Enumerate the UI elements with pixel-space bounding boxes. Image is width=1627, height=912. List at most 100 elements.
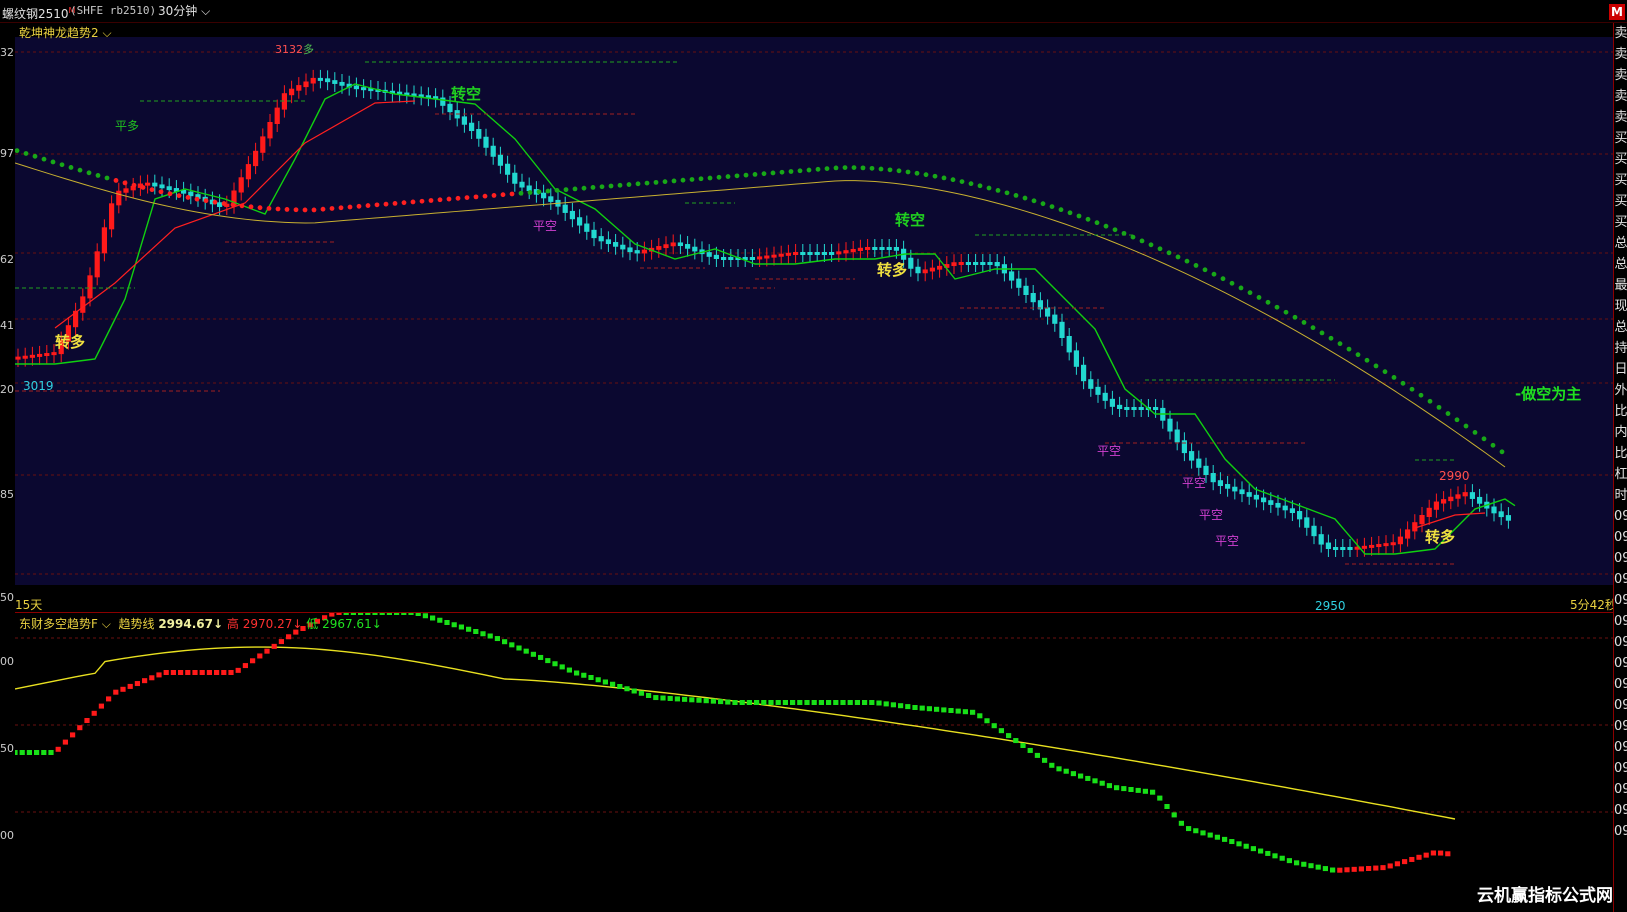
signal-pingduo: 平多 bbox=[115, 119, 140, 133]
trend-dot bbox=[1166, 250, 1172, 256]
trend-step bbox=[782, 700, 788, 705]
trend-dot bbox=[725, 174, 731, 179]
trend-dot bbox=[1391, 375, 1397, 380]
trend-dot bbox=[644, 180, 650, 186]
trend-step bbox=[610, 681, 616, 687]
signal-pingkong: 平空 bbox=[1182, 476, 1207, 490]
axis-tick: 50 bbox=[0, 591, 14, 604]
trend-step bbox=[466, 626, 472, 632]
trend-dot bbox=[401, 200, 407, 206]
trend-dot bbox=[338, 205, 344, 211]
trend-step bbox=[386, 613, 392, 615]
trend-step bbox=[1207, 832, 1213, 838]
trend-step bbox=[1322, 866, 1328, 872]
trend-step bbox=[905, 704, 911, 710]
trend-dot bbox=[1337, 341, 1343, 347]
trend-dot bbox=[1022, 195, 1028, 201]
corner-m-badge[interactable]: M bbox=[1609, 4, 1625, 20]
trend-step bbox=[876, 700, 882, 706]
trend-dot bbox=[473, 194, 479, 200]
trend-step bbox=[919, 705, 925, 711]
title-bar: 螺纹钢2510M (SHFE rb2510) 30分钟 ⌵ M bbox=[0, 0, 1627, 23]
side-panel-label: 现 bbox=[1614, 299, 1627, 314]
trend-dot bbox=[176, 193, 182, 199]
trend-dot bbox=[806, 167, 812, 173]
trend-step bbox=[1301, 861, 1307, 867]
trend-step bbox=[1135, 787, 1141, 793]
trend-step bbox=[941, 707, 947, 713]
trend-dot bbox=[608, 183, 614, 189]
trend-step bbox=[91, 710, 97, 716]
period-selector[interactable]: 30分钟 ⌵ bbox=[158, 0, 210, 22]
trend-step bbox=[199, 670, 205, 675]
trend-value: 2994.67↓ bbox=[158, 617, 224, 631]
trend-step bbox=[602, 679, 608, 685]
trend-step bbox=[617, 684, 623, 689]
bar-countdown: 5分42秒 bbox=[1570, 598, 1617, 612]
trend-dot bbox=[869, 165, 875, 171]
watermark: 云机赢指标公式网 bbox=[1477, 886, 1613, 906]
axis-tick: 85 bbox=[0, 488, 14, 501]
trend-step bbox=[120, 686, 126, 692]
main-indicator-name[interactable]: 乾坤神龙趋势2 ⌵ bbox=[19, 24, 112, 41]
trend-dot bbox=[563, 187, 569, 193]
trend-step bbox=[869, 700, 875, 705]
trend-step bbox=[898, 703, 904, 709]
trend-dot bbox=[779, 169, 785, 175]
trend-step bbox=[912, 705, 918, 710]
trend-step bbox=[1056, 766, 1062, 772]
side-panel-label: 09 bbox=[1614, 782, 1627, 797]
trend-dot bbox=[428, 198, 434, 203]
candlestick-chart[interactable] bbox=[15, 23, 1613, 611]
trend-step bbox=[862, 700, 868, 705]
axis-tick: 32 bbox=[0, 46, 14, 59]
side-panel-label: 09 bbox=[1614, 824, 1627, 839]
trend-dot bbox=[86, 170, 92, 176]
trend-step bbox=[1229, 839, 1235, 845]
trend-dot bbox=[788, 169, 794, 174]
trend-step bbox=[19, 750, 25, 755]
axis-tick: 97 bbox=[0, 147, 14, 160]
trend-dot bbox=[977, 183, 983, 189]
trend-step bbox=[653, 695, 659, 701]
sub-indicator-name[interactable]: 东财多空趋势F ⌵ bbox=[19, 617, 111, 631]
trend-step bbox=[1330, 867, 1336, 873]
trend-indicator-chart[interactable] bbox=[15, 613, 1613, 911]
sub-indicator-panel[interactable]: 东财多空趋势F ⌵ 趋势线 2994.67↓ 高 2970.27↓ 低 2967… bbox=[15, 612, 1613, 911]
trend-step bbox=[178, 670, 184, 675]
trend-step bbox=[41, 750, 47, 755]
trend-step bbox=[768, 700, 774, 705]
trend-dot bbox=[590, 185, 596, 190]
main-chart-panel[interactable]: 乾坤神龙趋势2 ⌵ 3132多 3019 2950 2990 平多 转多 转空 … bbox=[15, 23, 1617, 613]
trend-step bbox=[732, 700, 738, 705]
trend-step bbox=[48, 750, 54, 755]
trend-dot bbox=[1463, 423, 1469, 429]
trend-dot bbox=[1454, 417, 1460, 423]
trend-dot bbox=[716, 174, 722, 180]
high-value: 2970.27↓ bbox=[242, 617, 303, 631]
trend-dot bbox=[392, 200, 398, 206]
trend-dot bbox=[1310, 325, 1316, 331]
trend-step bbox=[1243, 843, 1249, 849]
trend-step bbox=[1027, 747, 1033, 753]
trend-dot bbox=[1400, 380, 1406, 386]
trend-step bbox=[1423, 852, 1429, 858]
symbol-code: (SHFE rb2510) bbox=[70, 4, 157, 17]
signal-zhuankong: 转空 bbox=[895, 211, 926, 229]
trend-step bbox=[26, 750, 32, 755]
signal-zhuanduo: 转多 bbox=[877, 261, 908, 279]
trend-step bbox=[1099, 780, 1105, 786]
trend-step bbox=[1373, 865, 1379, 871]
side-panel-label: 总 bbox=[1614, 320, 1627, 335]
trend-dot bbox=[527, 190, 533, 195]
high-label: 高 bbox=[226, 617, 239, 631]
trend-dot bbox=[1472, 430, 1478, 435]
side-panel-label: 卖 bbox=[1614, 89, 1627, 104]
trend-step bbox=[415, 613, 421, 616]
trend-step bbox=[185, 670, 191, 675]
trend-step bbox=[1236, 841, 1242, 847]
trend-dot bbox=[1004, 190, 1010, 196]
symbol-name[interactable]: 螺纹钢2510M bbox=[2, 0, 75, 25]
quote-side-panel[interactable]: 卖卖卖卖卖买买买买买总总最现总持日外比内比杠时 09 09 09 09 09 09 09 09 0… bbox=[1613, 23, 1627, 912]
trend-dot bbox=[239, 203, 245, 209]
